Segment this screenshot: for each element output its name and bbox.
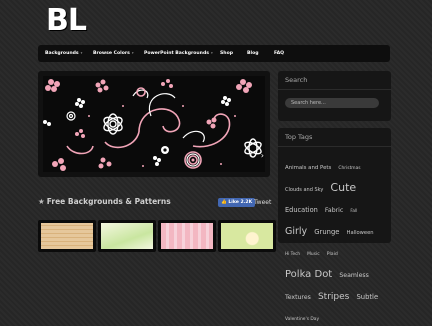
- tag-link[interactable]: Subtle: [356, 293, 378, 301]
- tag-link[interactable]: Music: [307, 252, 320, 257]
- star-icon: ★: [38, 197, 45, 206]
- nav-item-label: Browse Colors: [93, 51, 130, 56]
- tag-link[interactable]: Christmas: [338, 166, 360, 171]
- slider-prev-button[interactable]: ‹: [249, 151, 252, 160]
- slider-next-button[interactable]: ›: [261, 151, 264, 160]
- search-input[interactable]: [285, 98, 379, 108]
- tag-link[interactable]: Education: [285, 206, 318, 214]
- thumbs-up-icon: 👍: [221, 200, 227, 205]
- search-panel-title: Search: [285, 76, 308, 84]
- top-tags-title: Top Tags: [285, 133, 313, 141]
- nav-item-label: PowerPoint Backgrounds: [144, 51, 209, 56]
- tag-link[interactable]: Fall: [350, 208, 357, 213]
- nav-item-shop[interactable]: Shop: [220, 51, 233, 56]
- slider-controls: ‹ ›: [249, 151, 264, 160]
- search-panel: Search: [278, 71, 391, 121]
- nav-item-blog[interactable]: Blog: [247, 51, 259, 56]
- main-navigation: Backgrounds ▾ Browse Colors ▾ PowerPoint B…: [38, 45, 390, 62]
- tag-link[interactable]: Stripes: [318, 292, 349, 302]
- chevron-down-icon: ▾: [210, 51, 213, 55]
- section-title-text: Free Backgrounds & Patterns: [46, 197, 171, 206]
- thumbnail-1[interactable]: [38, 220, 96, 252]
- tag-link[interactable]: Seamless: [339, 272, 369, 279]
- featured-background-image: [43, 76, 265, 172]
- section-heading: ★ Free Backgrounds & Patterns: [38, 197, 171, 206]
- top-tags-panel: Top Tags Animals and Pets Christmas Clou…: [278, 128, 391, 322]
- nav-item-label: Backgrounds: [45, 51, 79, 56]
- thumbnail-4[interactable]: [218, 220, 276, 252]
- featured-slider[interactable]: ‹ ›: [38, 71, 270, 177]
- tag-cloud: Animals and Pets Christmas Clouds and Sk…: [278, 147, 391, 326]
- tag-link[interactable]: Polka Dot: [285, 269, 332, 280]
- thumbnail-2[interactable]: [98, 220, 156, 252]
- tag-link[interactable]: Girly: [285, 226, 307, 237]
- nav-item-powerpoint-backgrounds[interactable]: PowerPoint Backgrounds ▾: [144, 51, 213, 56]
- tag-link[interactable]: Plaid: [327, 252, 338, 257]
- tag-link[interactable]: Valentine's Day: [285, 317, 319, 322]
- facebook-like-button[interactable]: 👍 Like 2.2K: [218, 198, 256, 207]
- chevron-down-icon: ▾: [80, 51, 83, 55]
- tag-link[interactable]: Halloween: [347, 230, 374, 236]
- site-logo[interactable]: BL: [46, 5, 87, 37]
- chevron-down-icon: ▾: [131, 51, 134, 55]
- nav-item-faq[interactable]: FAQ: [274, 51, 284, 56]
- tag-link[interactable]: Grunge: [314, 228, 339, 236]
- thumbnail-3[interactable]: [158, 220, 216, 252]
- nav-item-browse-colors[interactable]: Browse Colors ▾: [93, 51, 134, 56]
- nav-item-backgrounds[interactable]: Backgrounds ▾: [45, 51, 82, 56]
- tag-link[interactable]: Fabric: [325, 207, 343, 214]
- tag-link[interactable]: Clouds and Sky: [285, 187, 323, 193]
- tag-link[interactable]: Textures: [285, 294, 311, 301]
- tag-link[interactable]: Hi Tech: [285, 251, 300, 256]
- like-label: Like 2.2K: [228, 200, 253, 205]
- tweet-button[interactable]: Tweet: [254, 199, 271, 206]
- tag-link[interactable]: Animals and Pets: [285, 165, 331, 171]
- tag-link[interactable]: Cute: [330, 181, 356, 194]
